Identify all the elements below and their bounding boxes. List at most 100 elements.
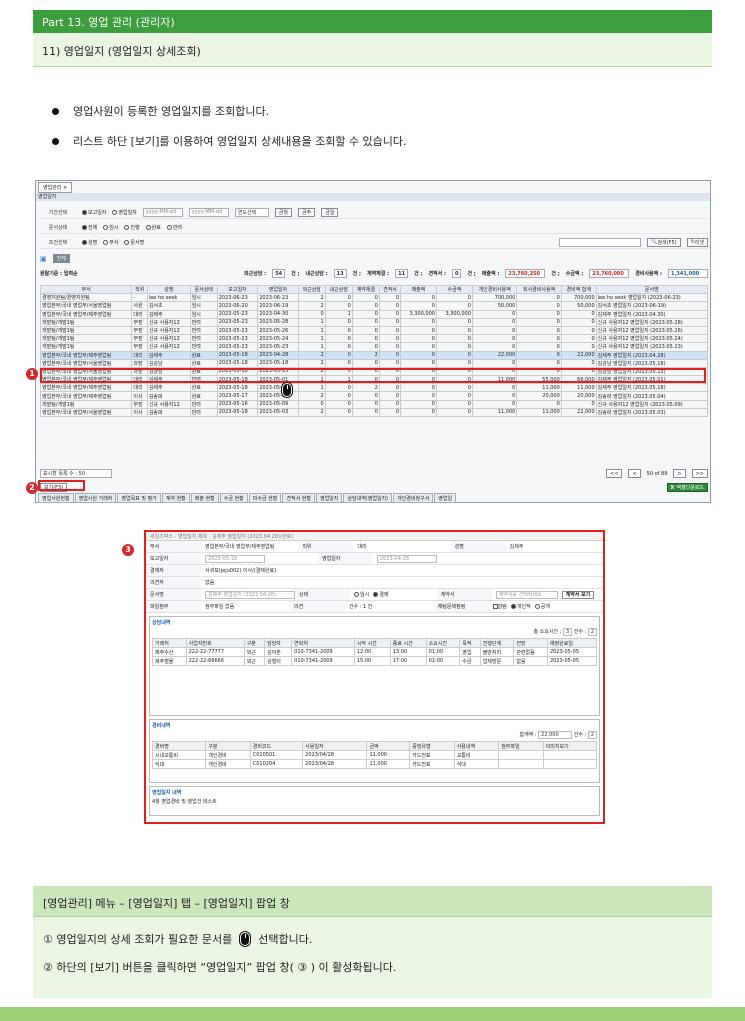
bottom-tab[interactable]: 계약 현황	[161, 493, 190, 503]
table-row[interactable]: 영업본부/국내 영업부/제주영업팀 대리 김제주 완료 2023-05-18 2023-0…	[39, 383, 709, 393]
view-contract-button[interactable]: 계약서 보기	[561, 590, 595, 599]
radio-progress[interactable]: 진행	[124, 224, 140, 231]
table-row[interactable]: 시내교통비 개인경비 C010501 2023/04/28 11,000 카드전표 교통비	[151, 750, 598, 760]
column-header[interactable]: 매출액	[400, 284, 437, 295]
radio-report-date[interactable]: 보고일자	[82, 209, 106, 216]
first-page-button[interactable]: <<	[606, 469, 623, 478]
radio-public[interactable]: 공개	[534, 603, 550, 610]
column-header: 첨부파일	[498, 741, 544, 751]
bottom-tab[interactable]: 영업사원현황	[38, 493, 74, 503]
bottom-tab[interactable]: 영업일	[434, 493, 457, 503]
date-from-input[interactable]: yyyy-MM-dd	[142, 207, 183, 217]
date-to-input[interactable]: yyyy-MM-dd	[188, 207, 229, 217]
radio-all[interactable]: 전체	[82, 224, 97, 231]
last-page-button[interactable]: >>	[691, 469, 708, 478]
bottom-tab[interactable]: 영업사원 거래처	[74, 493, 117, 503]
doc-status-label: 문서상태	[48, 224, 68, 231]
table-cell: 1	[297, 317, 326, 327]
table-cell: 15:00	[353, 656, 391, 666]
table-row[interactable]: 제주철물 222-22-66666 외근 김철리 010-7341-2009 15:00 1…	[152, 656, 598, 666]
table-cell: 0	[351, 407, 380, 418]
radio-rejected[interactable]: 반려	[166, 224, 182, 231]
table-row[interactable]: 경영지원팀/경영지원팀 - lee ho seok 임시 2023-06-23 2023-…	[39, 293, 709, 303]
table-row[interactable]: 개발팀/개발1팀 부장 신규 사용자12 반려 2023-05-23 2023-05-26…	[39, 325, 709, 336]
all-button[interactable]: 전체	[52, 254, 70, 263]
column-header[interactable]: 성명	[146, 284, 191, 295]
radio-private[interactable]: 개인적	[510, 603, 531, 610]
radio-name[interactable]: 성명	[82, 239, 97, 246]
table-cell: 0	[516, 325, 562, 336]
reset-button[interactable]: ↻ 리셋	[686, 237, 708, 247]
report-date-input[interactable]: 2023-05-18	[205, 554, 265, 563]
bottom-tab[interactable]: 개인경비청구서	[393, 493, 434, 503]
docname-input[interactable]: 김제주 영업일지 (2023.04.28)	[205, 590, 295, 599]
table-row[interactable]: 제주수산 222-22-77777 외근 김어촌 010-7341-2009 12:00 1…	[152, 647, 598, 657]
bullet-item: 영업사원이 등록한 영업일지를 조회합니다.	[52, 103, 269, 119]
table-row[interactable]: 개발팀/개발1팀 부장 신규 사용자12 반려 2023-05-16 2023-05-09…	[39, 399, 709, 409]
column-header[interactable]: 경비액 합계	[560, 284, 597, 295]
column-header[interactable]: 문서명	[595, 284, 709, 295]
selected-row-highlight	[40, 368, 706, 383]
column-header[interactable]: 보고일자	[216, 284, 259, 295]
column-header[interactable]: 계약체결	[351, 284, 380, 295]
field-label: 영업일자	[318, 553, 373, 564]
column-header[interactable]: 문서상태	[189, 284, 218, 295]
sales-date-input[interactable]: 2023-04-28	[377, 554, 437, 563]
table-row[interactable]: 영업본부/국내 영업부/제주영업팀 대리 김제주 완료 2023-05-18 2023-0…	[39, 350, 709, 360]
this-month-button[interactable]: 금월	[274, 207, 293, 217]
bottom-tab[interactable]: 영업일지	[315, 493, 343, 503]
column-header[interactable]: 회사경비사용액	[516, 284, 562, 295]
window-tab[interactable]: 영업관리 ×	[38, 182, 73, 193]
table-cell: 개발팀/개발1팀	[39, 342, 133, 352]
contract-select[interactable]: 계약서를 선택하세요	[495, 590, 558, 599]
next-page-button[interactable]: >	[673, 469, 686, 478]
column-header[interactable]: 개인경비사용액	[471, 284, 518, 295]
year-select[interactable]: 연도선택	[234, 207, 269, 217]
radio-docname[interactable]: 문서명	[124, 239, 144, 246]
table-row[interactable]: 영업본부/국내 영업부/서울영업팀 이사 김송파 반려 2023-05-18 2023-0…	[39, 407, 709, 418]
table-cell: 완료	[189, 350, 218, 360]
column-header[interactable]: 영업일자	[257, 284, 299, 295]
table-cell: 2023-05-23	[216, 325, 259, 336]
table-cell: 0	[378, 301, 402, 311]
column-header[interactable]: 수금액	[435, 284, 473, 295]
this-week-button[interactable]: 금주	[298, 207, 316, 217]
table-cell: 0	[471, 399, 518, 409]
field-label: 의견	[289, 601, 345, 612]
column-header[interactable]: 외근상담	[297, 284, 326, 295]
table-row[interactable]: 영업본부/국내 영업부/서울영업팀 사원 김서초 임시 2023-06-20 2023-0…	[39, 301, 709, 311]
radio-temp[interactable]: 임시	[103, 224, 118, 231]
radio-dept[interactable]: 부서	[103, 239, 118, 246]
today-button[interactable]: 금일	[321, 207, 339, 217]
bottom-tab[interactable]: 수금 현황	[219, 493, 248, 503]
table-cell: 11,000	[516, 407, 562, 418]
bottom-tab[interactable]: 미수금 현황	[248, 493, 282, 503]
prev-page-button[interactable]: <	[628, 469, 641, 478]
table-row[interactable]: 영업본부/국내 영업부/제주영업팀 대리 김제주 임시 2023-05-23 2023-0…	[39, 309, 709, 319]
column-header[interactable]: 직위	[131, 284, 148, 295]
bottom-tab[interactable]: 상담내역(영업일지)	[343, 493, 393, 503]
table-row[interactable]: 영업본부/국내 영업부/서울영업팀 과장 김강남 완료 2023-05-18 2023-0…	[39, 358, 709, 368]
table-row[interactable]: 개발팀/개발1팀 부장 신규 사용자12 반려 2023-05-23 2023-05-24…	[39, 334, 709, 344]
table-row[interactable]: 식대 개인경비 C010204 2023/04/28 11,000 카드전표 식대	[151, 759, 598, 769]
bottom-tab[interactable]: 영업목표 및 평가	[117, 493, 161, 503]
column-header[interactable]: 내근상담	[324, 284, 353, 295]
column-header: 경비코드	[249, 741, 304, 751]
table-row[interactable]: 개발팀/개발1팀 부장 신규 사용자12 반려 2023-05-23 2023-05-23…	[39, 342, 709, 352]
table-row[interactable]: 개발팀/개발1팀 부장 신규 사용자12 반려 2023-05-23 2023-05-28…	[39, 317, 709, 327]
excel-download-button[interactable]: X 엑셀다운로드	[666, 483, 708, 492]
column-header[interactable]: 견적서	[378, 284, 402, 295]
radio-approval-state[interactable]: 결재	[373, 591, 388, 598]
bottom-tab[interactable]: 견적서 현황	[282, 493, 315, 503]
rows-per-page-select[interactable]: 표시할 목록 수 : 50	[40, 469, 112, 478]
table-row[interactable]: 영업본부/국내 영업부/제주영업팀 이사 김송파 완료 2023-05-17 2023-0…	[39, 391, 709, 401]
search-button[interactable]: 🔍 검색(F5)	[647, 237, 681, 247]
radio-temp-state[interactable]: 임시	[354, 591, 369, 598]
check-notify[interactable]: 알림	[492, 603, 507, 610]
radio-done[interactable]: 완료	[145, 224, 161, 231]
search-input[interactable]	[559, 237, 642, 247]
bottom-tab[interactable]: 매출 현황	[190, 493, 219, 503]
column-header[interactable]: 부서	[39, 284, 133, 295]
radio-sales-date[interactable]: 영업일자	[112, 209, 137, 216]
table-cell: 0	[560, 325, 597, 336]
